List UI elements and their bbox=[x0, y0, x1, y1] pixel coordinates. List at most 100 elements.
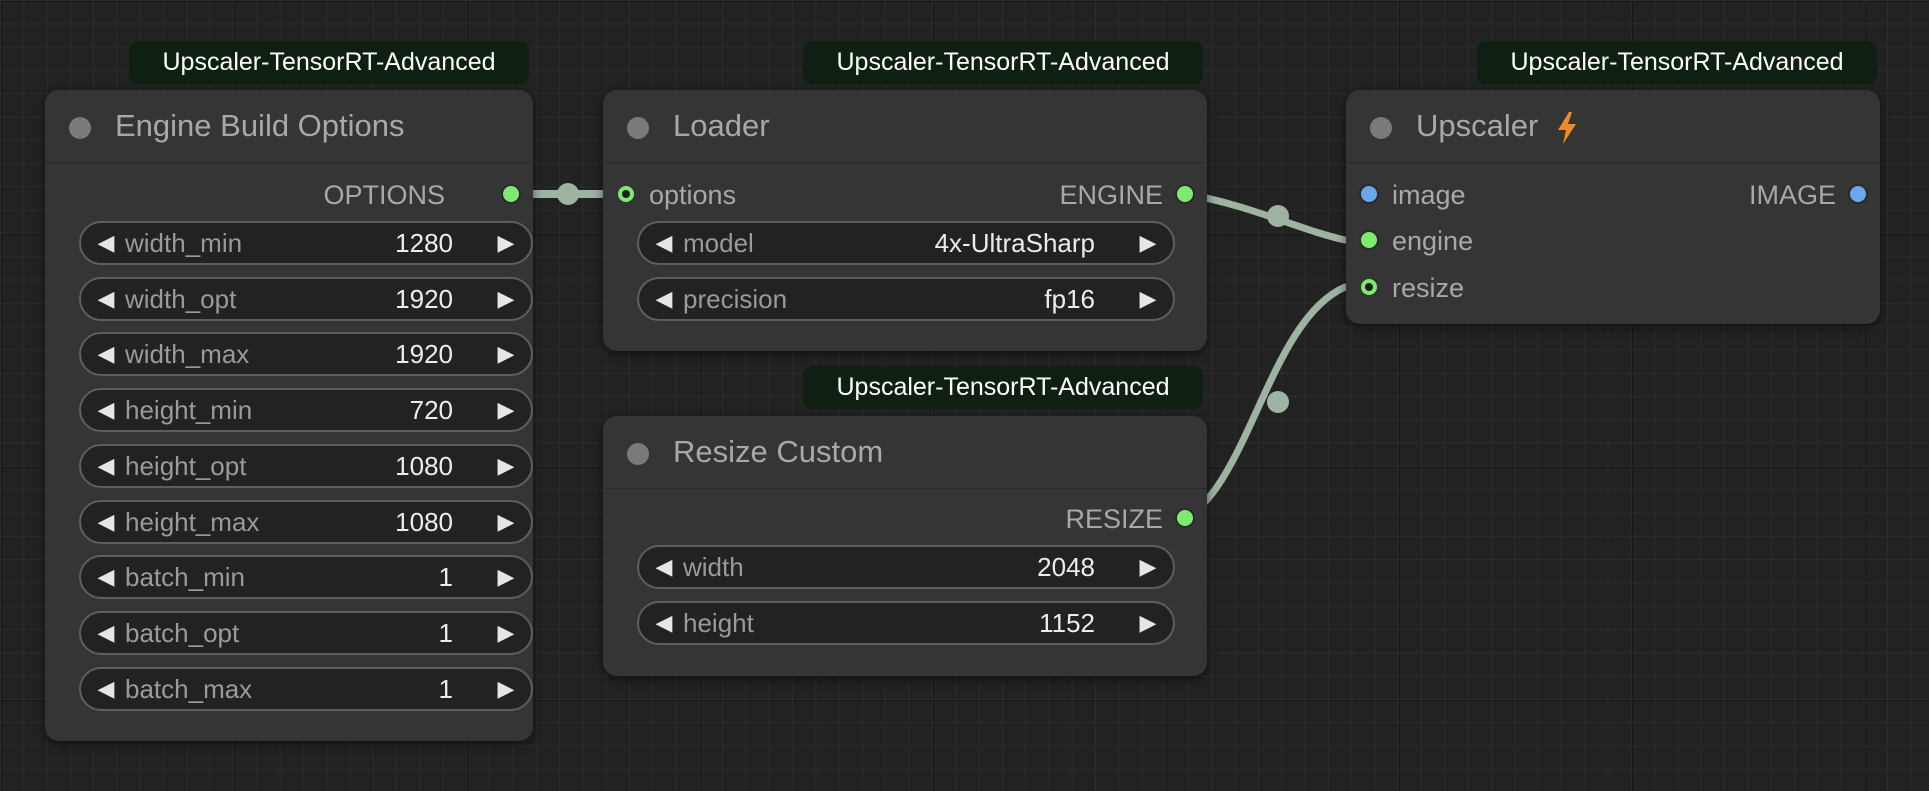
output-slot-image[interactable] bbox=[1850, 186, 1866, 202]
increment-arrow-icon[interactable]: ▶ bbox=[491, 669, 521, 709]
collapse-dot-icon[interactable] bbox=[627, 117, 649, 139]
increment-arrow-icon[interactable]: ▶ bbox=[491, 557, 521, 597]
widget-height[interactable]: ◀ height 1152 ▶ bbox=[637, 601, 1175, 645]
widget-name: width_max bbox=[125, 339, 250, 369]
widget-width-opt[interactable]: ◀ width_opt 1920 ▶ bbox=[79, 277, 533, 321]
output-slot-resize[interactable] bbox=[1177, 510, 1193, 526]
node-header[interactable]: Upscaler bbox=[1346, 90, 1880, 163]
output-slot-options[interactable] bbox=[503, 186, 519, 202]
decrement-arrow-icon[interactable]: ◀ bbox=[91, 334, 121, 374]
widget-value[interactable]: 1 bbox=[439, 557, 453, 597]
input-label-resize: resize bbox=[1392, 273, 1465, 303]
widget-value[interactable]: 1920 bbox=[395, 334, 453, 374]
decrement-arrow-icon[interactable]: ◀ bbox=[649, 279, 679, 319]
decrement-arrow-icon[interactable]: ◀ bbox=[91, 557, 121, 597]
widget-value[interactable]: 1152 bbox=[1039, 603, 1095, 643]
link-resize-midpoint bbox=[1267, 391, 1289, 413]
node-title: Upscaler bbox=[1416, 108, 1539, 143]
node-badge: Upscaler-TensorRT-Advanced bbox=[803, 41, 1203, 84]
increment-arrow-icon[interactable]: ▶ bbox=[491, 334, 521, 374]
increment-arrow-icon[interactable]: ▶ bbox=[1133, 603, 1163, 643]
decrement-arrow-icon[interactable]: ◀ bbox=[649, 603, 679, 643]
widget-value[interactable]: 720 bbox=[410, 390, 453, 430]
loader-node[interactable]: Loader options ENGINE ◀ model 4x-UltraSh… bbox=[603, 90, 1207, 351]
widget-value[interactable]: 1920 bbox=[395, 279, 453, 319]
widget-value[interactable]: fp16 bbox=[1044, 279, 1095, 319]
output-label-image: IMAGE bbox=[1748, 180, 1836, 210]
upscaler-node[interactable]: Upscaler image engine resize IMAGE bbox=[1346, 90, 1880, 324]
decrement-arrow-icon[interactable]: ◀ bbox=[649, 223, 679, 263]
widget-width-min[interactable]: ◀ width_min 1280 ▶ bbox=[79, 221, 533, 265]
widget-name: batch_opt bbox=[125, 618, 240, 648]
input-label-image: image bbox=[1392, 180, 1466, 210]
widget-name: batch_min bbox=[125, 562, 245, 592]
lightning-bolt-icon bbox=[1558, 112, 1576, 144]
collapse-dot-icon[interactable] bbox=[69, 117, 91, 139]
decrement-arrow-icon[interactable]: ◀ bbox=[649, 547, 679, 587]
widget-value[interactable]: 1 bbox=[439, 613, 453, 653]
increment-arrow-icon[interactable]: ▶ bbox=[491, 446, 521, 486]
input-label-engine: engine bbox=[1392, 226, 1474, 256]
widget-name: width_min bbox=[125, 228, 243, 258]
link-engine bbox=[1182, 190, 1349, 244]
increment-arrow-icon[interactable]: ▶ bbox=[491, 502, 521, 542]
collapse-dot-icon[interactable] bbox=[627, 443, 649, 465]
engine-build-options-node[interactable]: Engine Build Options OPTIONS ◀ width_min… bbox=[45, 90, 533, 741]
increment-arrow-icon[interactable]: ▶ bbox=[1133, 223, 1163, 263]
widget-name: width bbox=[683, 552, 744, 582]
widget-value[interactable]: 1280 bbox=[395, 223, 453, 263]
link-options-midpoint bbox=[557, 183, 579, 205]
input-label-options: options bbox=[649, 180, 737, 210]
widget-batch-opt[interactable]: ◀ batch_opt 1 ▶ bbox=[79, 611, 533, 655]
node-title: Resize Custom bbox=[673, 434, 884, 469]
widget-width-max[interactable]: ◀ width_max 1920 ▶ bbox=[79, 332, 533, 376]
node-badge: Upscaler-TensorRT-Advanced bbox=[803, 366, 1203, 409]
increment-arrow-icon[interactable]: ▶ bbox=[491, 223, 521, 263]
widget-name: model bbox=[683, 228, 754, 258]
link-resize bbox=[1182, 283, 1349, 522]
increment-arrow-icon[interactable]: ▶ bbox=[491, 613, 521, 653]
widget-batch-max[interactable]: ◀ batch_max 1 ▶ bbox=[79, 667, 533, 711]
output-slot-engine[interactable] bbox=[1177, 186, 1193, 202]
resize-custom-node[interactable]: Resize Custom RESIZE ◀ width 2048 ▶ ◀ he… bbox=[603, 416, 1207, 676]
decrement-arrow-icon[interactable]: ◀ bbox=[91, 446, 121, 486]
decrement-arrow-icon[interactable]: ◀ bbox=[91, 613, 121, 653]
decrement-arrow-icon[interactable]: ◀ bbox=[91, 502, 121, 542]
decrement-arrow-icon[interactable]: ◀ bbox=[91, 669, 121, 709]
widget-batch-min[interactable]: ◀ batch_min 1 ▶ bbox=[79, 555, 533, 599]
widget-height-min[interactable]: ◀ height_min 720 ▶ bbox=[79, 388, 533, 432]
widget-height-max[interactable]: ◀ height_max 1080 ▶ bbox=[79, 500, 533, 544]
increment-arrow-icon[interactable]: ▶ bbox=[1133, 279, 1163, 319]
input-slot-engine[interactable] bbox=[1361, 232, 1377, 248]
node-header[interactable]: Resize Custom bbox=[603, 416, 1207, 489]
collapse-dot-icon[interactable] bbox=[1370, 117, 1392, 139]
widget-width[interactable]: ◀ width 2048 ▶ bbox=[637, 545, 1175, 589]
input-slot-image[interactable] bbox=[1361, 186, 1377, 202]
input-slot-resize[interactable] bbox=[1361, 279, 1377, 295]
widget-name: height_max bbox=[125, 507, 260, 537]
decrement-arrow-icon[interactable]: ◀ bbox=[91, 279, 121, 319]
output-label-resize: RESIZE bbox=[1065, 504, 1163, 534]
node-header[interactable]: Loader bbox=[603, 90, 1207, 163]
widget-name: height_min bbox=[125, 395, 253, 425]
widget-value[interactable]: 2048 bbox=[1037, 547, 1095, 587]
decrement-arrow-icon[interactable]: ◀ bbox=[91, 223, 121, 263]
node-title: Loader bbox=[673, 108, 770, 143]
widget-model[interactable]: ◀ model 4x-UltraSharp ▶ bbox=[637, 221, 1175, 265]
widget-value[interactable]: 1 bbox=[439, 669, 453, 709]
decrement-arrow-icon[interactable]: ◀ bbox=[91, 390, 121, 430]
node-header[interactable]: Engine Build Options bbox=[45, 90, 533, 163]
widget-name: batch_max bbox=[125, 674, 253, 704]
link-engine-midpoint bbox=[1267, 205, 1289, 227]
widget-value[interactable]: 1080 bbox=[395, 446, 453, 486]
widget-value[interactable]: 4x-UltraSharp bbox=[935, 223, 1095, 263]
increment-arrow-icon[interactable]: ▶ bbox=[491, 279, 521, 319]
input-slot-options[interactable] bbox=[618, 186, 634, 202]
increment-arrow-icon[interactable]: ▶ bbox=[1133, 547, 1163, 587]
widget-name: height_opt bbox=[125, 451, 247, 481]
widget-height-opt[interactable]: ◀ height_opt 1080 ▶ bbox=[79, 444, 533, 488]
widget-value[interactable]: 1080 bbox=[395, 502, 453, 542]
node-badge: Upscaler-TensorRT-Advanced bbox=[1477, 41, 1877, 84]
widget-precision[interactable]: ◀ precision fp16 ▶ bbox=[637, 277, 1175, 321]
increment-arrow-icon[interactable]: ▶ bbox=[491, 390, 521, 430]
